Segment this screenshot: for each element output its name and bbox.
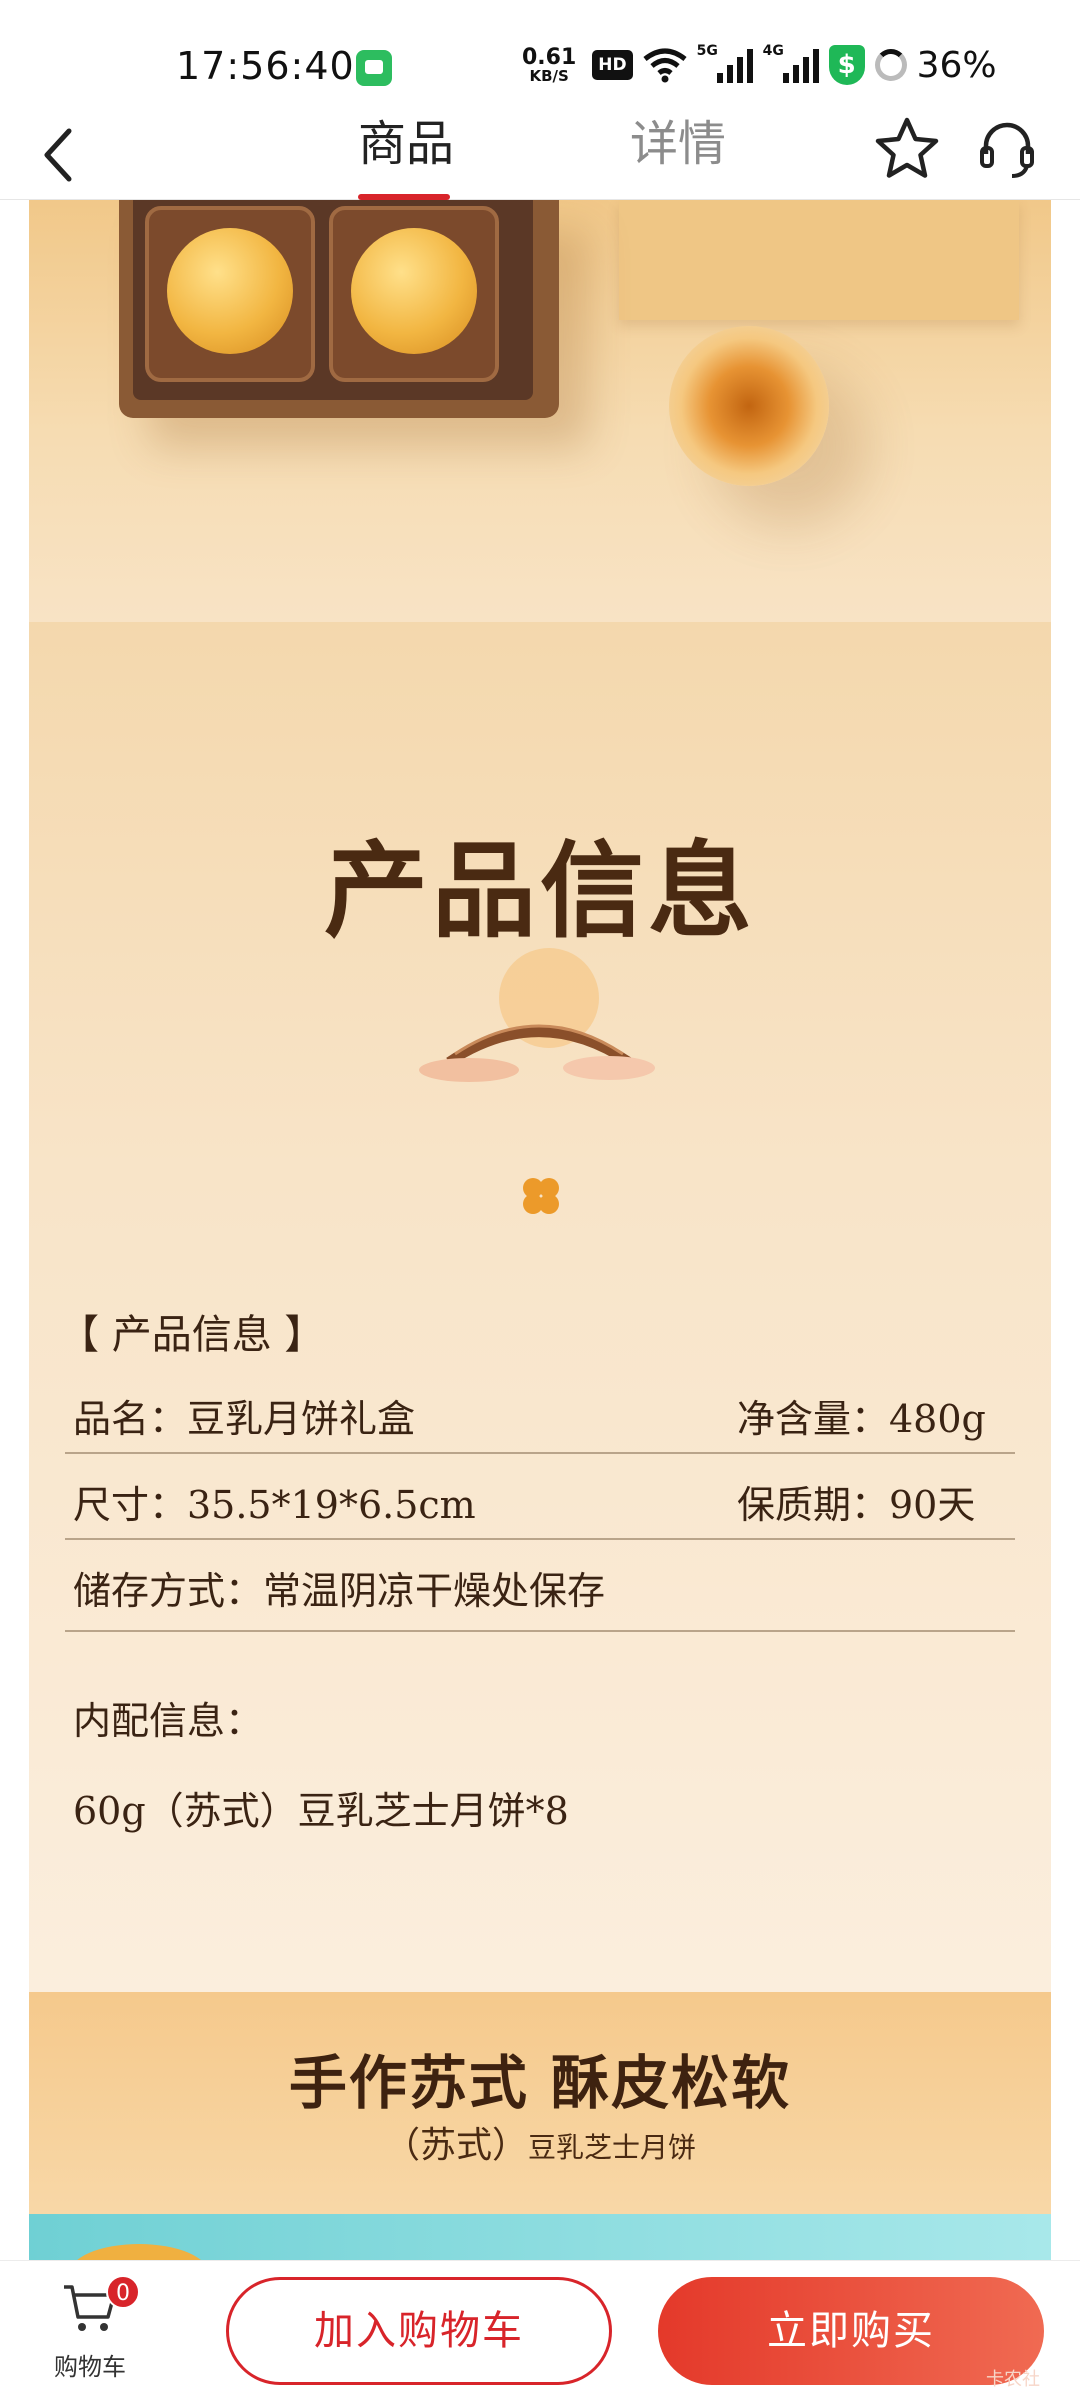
headset-icon (980, 122, 1034, 178)
bottom-action-bar: 0 购物车 加入购物车 立即购买 卡农社 (0, 2260, 1080, 2400)
spec-row: 品名：豆乳月饼礼盒 净含量：480g (65, 1368, 1015, 1454)
battery-percent: 36% (916, 44, 997, 86)
network-speed: 0.61 KB/S (522, 44, 577, 85)
feature-title: 手作苏式 酥皮松软 (288, 2049, 792, 2117)
message-notification-icon (356, 50, 392, 86)
mooncake-image (351, 228, 477, 354)
info-title: 产品信息 (323, 829, 756, 952)
top-nav-bar: 商品 详情 (0, 110, 1080, 200)
section-label: 【 产品信息 】 (59, 1312, 325, 1358)
star-icon (875, 117, 939, 178)
product-info-panel: 产品信息 【 产品信息 】 品名：豆乳月饼礼盒 净含量：480g 尺寸：35.5… (29, 622, 1051, 1992)
cart-count-badge: 0 (106, 2275, 140, 2309)
wifi-icon (643, 48, 687, 83)
network-speed-value: 0.61 (522, 44, 577, 70)
spec-shelf-life: 保质期：90天 (737, 1483, 976, 1527)
feature-sub-prefix: （苏式） (383, 2125, 528, 2166)
tab-detail[interactable]: 详情 (630, 110, 726, 200)
network-speed-unit: KB/S (529, 66, 569, 85)
status-icons: 0.61 KB/S HD 5G 4G $ 36% (522, 40, 997, 90)
feature-sub-name: 豆乳芝士月饼 (528, 2131, 697, 2164)
spec-storage: 储存方式：常温阴凉干燥处保存 (73, 1569, 606, 1613)
back-button[interactable] (24, 120, 94, 190)
moon-bridge-illustration (419, 948, 655, 1082)
product-hero-image (29, 200, 1051, 622)
add-to-cart-button[interactable]: 加入购物车 (226, 2277, 612, 2385)
chevron-left-icon (44, 128, 72, 182)
tea-cup-image (669, 326, 829, 486)
favorite-button[interactable] (872, 114, 942, 184)
next-product-image (29, 2214, 1051, 2260)
battery-icon (874, 49, 907, 81)
cart-label: 购物车 (54, 2353, 126, 2381)
hd-voice-icon: HD (592, 50, 633, 80)
product-detail-content[interactable]: 产品信息 【 产品信息 】 品名：豆乳月饼礼盒 净含量：480g 尺寸：35.5… (29, 200, 1051, 2260)
feature-subtitle: （苏式）豆乳芝士月饼 (29, 2116, 1051, 2168)
clover-icon (523, 1178, 559, 1214)
contents-label: 内配信息： (73, 1699, 264, 1743)
display-shelf (619, 200, 1019, 320)
status-time: 17:56:40 (176, 44, 355, 88)
status-bar: 17:56:40 0.61 KB/S HD 5G 4G $ 36% (0, 0, 1080, 110)
signal-4g-label: 4G (762, 43, 784, 59)
signal-5g-icon: 5G (697, 43, 753, 83)
mooncake-image (167, 228, 293, 354)
spec-row: 尺寸：35.5*19*6.5cm 保质期：90天 (65, 1454, 1015, 1540)
security-shield-icon: $ (828, 45, 865, 85)
cart-button[interactable]: 0 购物车 (40, 2275, 140, 2391)
tab-product[interactable]: 商品 (358, 110, 454, 200)
signal-4g-icon: 4G (763, 43, 819, 83)
contents-value: 60g（苏式）豆乳芝士月饼*8 (73, 1789, 569, 1833)
spec-net-weight: 净含量：480g (737, 1397, 986, 1441)
feature-banner: 手作苏式 酥皮松软 （苏式）豆乳芝士月饼 (29, 1992, 1051, 2222)
spec-size: 尺寸：35.5*19*6.5cm (73, 1483, 476, 1527)
mooncake-gift-box-image (119, 200, 559, 418)
spec-name: 品名：豆乳月饼礼盒 (73, 1397, 416, 1441)
spec-row: 储存方式：常温阴凉干燥处保存 (65, 1540, 1015, 1632)
watermark: 卡农社 (986, 2369, 1040, 2390)
signal-5g-label: 5G (696, 43, 718, 59)
customer-service-button[interactable] (972, 114, 1042, 184)
